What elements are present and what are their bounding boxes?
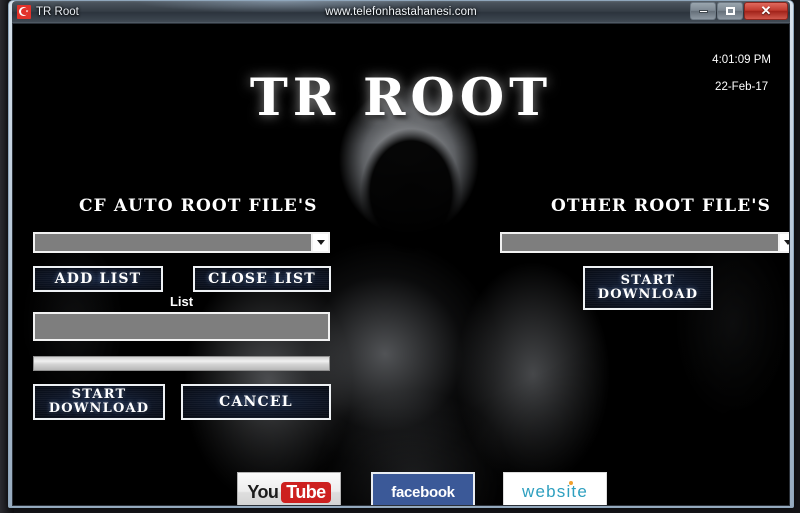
website-button[interactable]: website	[503, 472, 607, 505]
cf-auto-root-file-dropdown-value	[35, 234, 311, 251]
window-title: TR Root	[36, 6, 79, 18]
youtube-button[interactable]: You Tube	[237, 472, 341, 505]
chevron-down-icon[interactable]	[778, 234, 789, 251]
close-button[interactable]: ✕	[744, 2, 788, 20]
app-client-area: 4:01:09 PM 22-Feb-17 TR ROOT CF AUTO ROO…	[12, 23, 790, 506]
start-download-button-right[interactable]: START DOWNLOAD	[583, 266, 713, 310]
website-logo-dot-icon	[569, 481, 574, 485]
cancel-button[interactable]: CANCEL	[181, 384, 331, 420]
list-textbox[interactable]	[33, 312, 330, 341]
left-panel-heading: CF AUTO ROOT FILE'S	[79, 196, 318, 216]
minimize-icon	[698, 9, 708, 13]
turkish-flag-icon	[17, 5, 31, 19]
right-panel-heading: OTHER ROOT FILE'S	[551, 196, 771, 216]
download-progress-bar	[33, 356, 330, 371]
facebook-button[interactable]: facebook	[371, 472, 475, 505]
application-window: TR Root www.telefonhastahanesi.com ✕ 4:0…	[8, 0, 794, 508]
cf-auto-root-file-dropdown[interactable]	[33, 232, 330, 253]
other-root-file-dropdown[interactable]	[500, 232, 789, 253]
other-root-file-dropdown-value	[502, 234, 778, 251]
facebook-label: facebook	[391, 483, 455, 501]
youtube-logo-tube: Tube	[281, 481, 331, 503]
add-list-button[interactable]: ADD LIST	[33, 266, 163, 292]
title-bar[interactable]: TR Root www.telefonhastahanesi.com ✕	[12, 1, 790, 23]
app-title: TR ROOT	[249, 68, 553, 128]
maximize-icon	[725, 7, 735, 15]
website-label-text: website	[521, 482, 589, 501]
list-label: List	[169, 294, 194, 309]
clock-time: 4:01:09 PM	[712, 54, 771, 66]
close-list-button[interactable]: CLOSE LIST	[193, 266, 331, 292]
chevron-down-icon[interactable]	[311, 234, 328, 251]
minimize-button[interactable]	[690, 2, 716, 20]
window-controls: ✕	[690, 2, 788, 20]
maximize-button[interactable]	[717, 2, 743, 20]
start-download-button-left[interactable]: START DOWNLOAD	[33, 384, 165, 420]
window-url-caption: www.telefonhastahanesi.com	[325, 6, 477, 18]
website-label: website	[521, 481, 589, 502]
youtube-logo-you: You	[247, 481, 279, 502]
